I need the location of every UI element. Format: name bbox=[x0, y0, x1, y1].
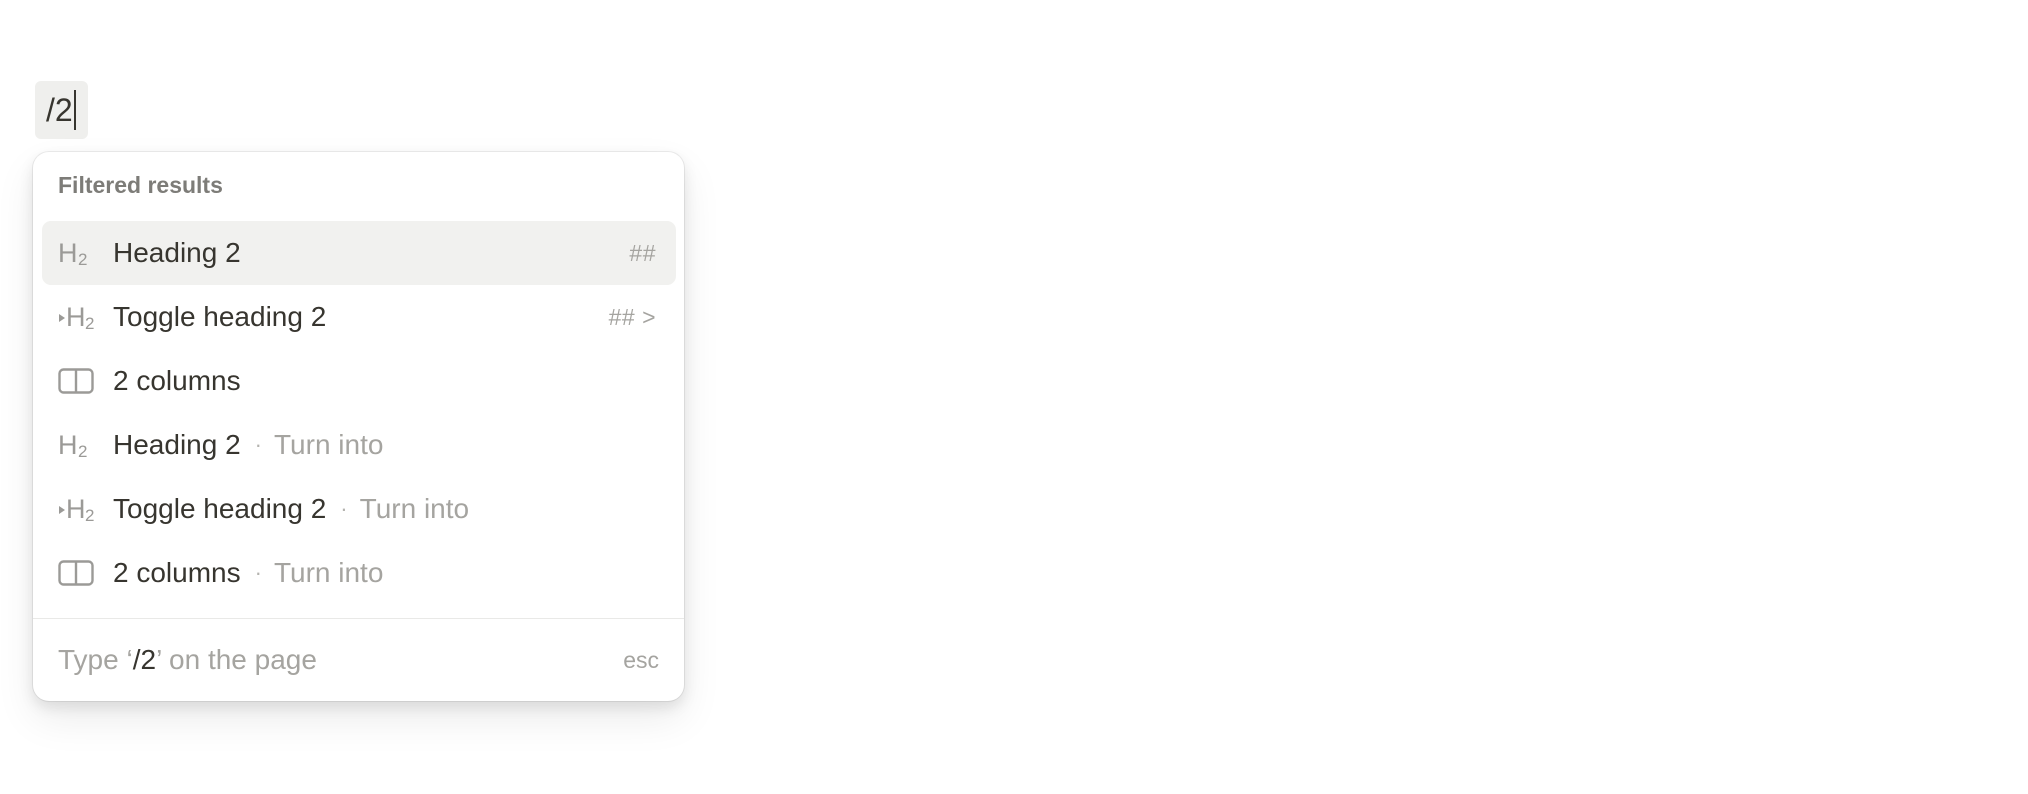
menu-item-heading-2[interactable]: H 2 Heading 2 ## bbox=[42, 221, 676, 285]
svg-text:2: 2 bbox=[85, 314, 94, 332]
menu-item-label: 2 columns bbox=[113, 365, 241, 396]
menu-item-2-columns-turn-into[interactable]: 2 columns · Turn into bbox=[42, 541, 676, 605]
type-on-page-suffix: ’ on the page bbox=[156, 644, 317, 675]
menu-item-heading-2-turn-into[interactable]: H 2 Heading 2 · Turn into bbox=[42, 413, 676, 477]
menu-item-label: 2 columns bbox=[113, 557, 241, 588]
menu-item-separator: · bbox=[340, 496, 348, 521]
svg-text:H: H bbox=[58, 430, 78, 460]
text-caret bbox=[73, 90, 76, 130]
toggle-heading-2-icon: H 2 bbox=[58, 300, 98, 334]
menu-item-label: Heading 2 bbox=[113, 237, 241, 268]
menu-item-hint: Turn into bbox=[273, 429, 384, 460]
menu-item-label: Heading 2 bbox=[113, 429, 241, 460]
menu-item-label: Toggle heading 2 bbox=[113, 301, 327, 332]
menu-item-2-columns[interactable]: 2 columns bbox=[42, 349, 676, 413]
heading-2-icon: H 2 bbox=[58, 428, 98, 462]
two-columns-icon bbox=[58, 364, 98, 398]
menu-item-toggle-heading-2[interactable]: H 2 Toggle heading 2 ## > bbox=[42, 285, 676, 349]
menu-items-list: H 2 Heading 2 ## H 2 Toggle heading 2 ##… bbox=[42, 221, 676, 605]
slash-command-input[interactable]: /2 bbox=[35, 81, 88, 139]
page-editor[interactable]: /2 Filtered results H 2 Heading 2 ## H 2… bbox=[0, 0, 2028, 794]
menu-item-label: Toggle heading 2 bbox=[113, 493, 327, 524]
menu-footer: Type ‘/2’ on the page esc bbox=[58, 619, 659, 701]
svg-text:H: H bbox=[66, 302, 86, 332]
esc-hint: esc bbox=[623, 646, 659, 673]
heading-2-icon: H 2 bbox=[58, 236, 98, 270]
toggle-heading-2-icon: H 2 bbox=[58, 492, 98, 526]
slash-command-text: /2 bbox=[46, 91, 73, 128]
menu-section-title: Filtered results bbox=[58, 172, 223, 198]
svg-text:2: 2 bbox=[78, 250, 87, 268]
svg-text:2: 2 bbox=[85, 506, 94, 524]
menu-item-toggle-heading-2-turn-into[interactable]: H 2 Toggle heading 2 · Turn into bbox=[42, 477, 676, 541]
type-on-page-option[interactable]: Type ‘/2’ on the page bbox=[58, 644, 317, 676]
slash-command-menu: Filtered results H 2 Heading 2 ## H 2 To… bbox=[33, 152, 684, 701]
menu-item-hint: Turn into bbox=[359, 493, 470, 524]
two-columns-icon bbox=[58, 556, 98, 590]
type-on-page-prefix: Type ‘ bbox=[58, 644, 133, 675]
menu-item-separator: · bbox=[254, 560, 262, 585]
svg-text:H: H bbox=[58, 238, 78, 268]
type-on-page-query: /2 bbox=[132, 644, 157, 675]
menu-item-separator: · bbox=[254, 432, 262, 457]
menu-item-hint: Turn into bbox=[273, 557, 384, 588]
svg-text:2: 2 bbox=[78, 442, 87, 460]
svg-text:H: H bbox=[66, 494, 86, 524]
menu-item-shortcut: ## bbox=[629, 239, 656, 266]
menu-item-shortcut: ## > bbox=[608, 303, 656, 330]
